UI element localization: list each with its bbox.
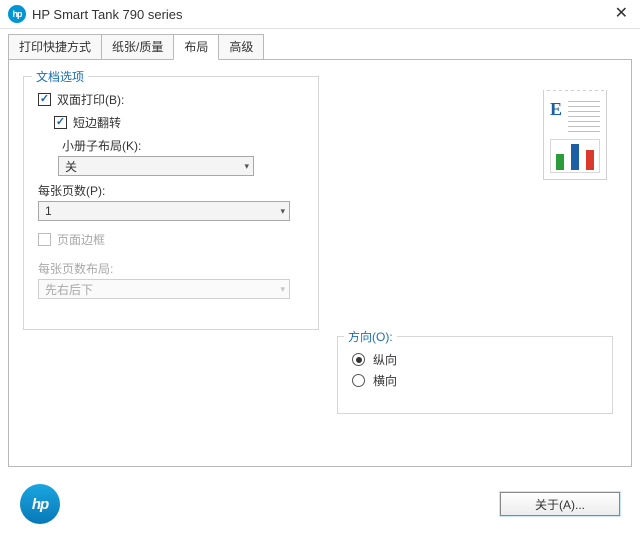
hp-logo-icon: hp <box>8 5 26 23</box>
left-column: 文档选项 双面打印(B): 短边翻转 小册子布局(K): 关 ▾ 每张页 <box>9 60 329 466</box>
print-both-sides-checkbox[interactable]: 双面打印(B): <box>38 91 308 108</box>
booklet-layout-value: 关 <box>65 158 77 175</box>
tab-layout[interactable]: 布局 <box>173 34 219 60</box>
document-options-group: 文档选项 双面打印(B): 短边翻转 小册子布局(K): 关 ▾ 每张页 <box>23 76 319 330</box>
about-button[interactable]: 关于(A)... <box>500 492 620 516</box>
hp-footer-logo-icon: hp <box>20 484 60 524</box>
booklet-layout-select[interactable]: 关 ▾ <box>58 156 254 176</box>
pages-layout-select: 先右后下 ▾ <box>38 279 290 299</box>
pages-layout-label: 每张页数布局: <box>38 260 308 277</box>
tab-panel-layout: 文档选项 双面打印(B): 短边翻转 小册子布局(K): 关 ▾ 每张页 <box>8 59 632 467</box>
booklet-layout-label: 小册子布局(K): <box>62 137 308 154</box>
orientation-landscape-radio[interactable]: 横向 <box>352 372 600 389</box>
orientation-portrait-radio[interactable]: 纵向 <box>352 351 600 368</box>
title-bar: hp HP Smart Tank 790 series ✕ <box>0 0 640 29</box>
radio-icon <box>352 374 365 387</box>
checkbox-icon <box>38 93 51 106</box>
pages-per-sheet-select[interactable]: 1 ▾ <box>38 201 290 221</box>
tab-strip: 打印快捷方式 纸张/质量 布局 高级 <box>0 29 640 59</box>
orientation-group: 方向(O): 纵向 横向 <box>337 336 613 414</box>
print-both-sides-label: 双面打印(B): <box>57 91 124 108</box>
orientation-portrait-label: 纵向 <box>373 351 397 368</box>
page-border-checkbox: 页面边框 <box>38 231 308 248</box>
pages-per-sheet-label: 每张页数(P): <box>38 182 308 199</box>
page-preview-icon: E <box>543 90 607 180</box>
pages-per-sheet-value: 1 <box>45 204 52 218</box>
print-preferences-window: hp HP Smart Tank 790 series ✕ 打印快捷方式 纸张/… <box>0 0 640 539</box>
radio-icon <box>352 353 365 366</box>
window-title: HP Smart Tank 790 series <box>32 7 183 22</box>
chevron-down-icon: ▾ <box>244 161 249 172</box>
tab-paper-quality[interactable]: 纸张/质量 <box>101 34 174 60</box>
checkbox-icon <box>54 116 67 129</box>
footer-bar: hp 关于(A)... <box>0 473 640 539</box>
flip-short-edge-label: 短边翻转 <box>73 114 121 131</box>
checkbox-icon <box>38 233 51 246</box>
page-border-label: 页面边框 <box>57 231 105 248</box>
pages-layout-value: 先右后下 <box>45 281 93 298</box>
orientation-landscape-label: 横向 <box>373 372 397 389</box>
close-button[interactable]: ✕ <box>611 6 632 22</box>
right-column: E 方向(O): 纵向 横向 <box>329 60 631 466</box>
orientation-legend: 方向(O): <box>344 328 397 345</box>
chevron-down-icon: ▾ <box>280 206 285 217</box>
tab-advanced[interactable]: 高级 <box>218 34 264 60</box>
tab-print-shortcuts[interactable]: 打印快捷方式 <box>8 34 102 60</box>
about-button-label: 关于(A)... <box>535 496 585 513</box>
chevron-down-icon: ▾ <box>280 284 285 295</box>
flip-short-edge-checkbox[interactable]: 短边翻转 <box>54 114 308 131</box>
document-options-legend: 文档选项 <box>32 68 88 85</box>
